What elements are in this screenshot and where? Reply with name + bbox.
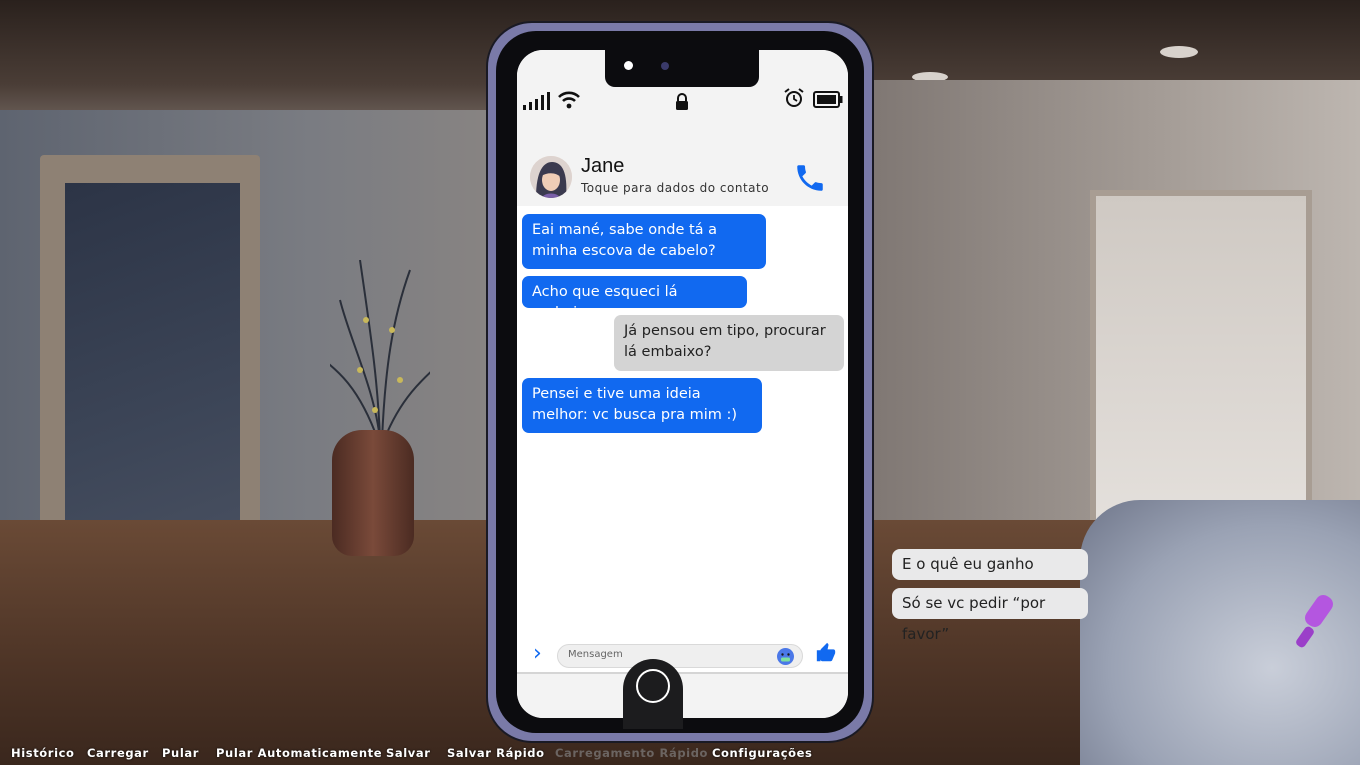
message-placeholder: Mensagem <box>568 649 623 660</box>
phone-screen: Jane Toque para dados do contato Eai man… <box>517 50 848 718</box>
contact-name: Jane <box>581 155 625 177</box>
choice-option-1[interactable]: E o quê eu ganho nisso? <box>892 549 1088 604</box>
sensor-icon <box>661 62 669 70</box>
emoji-icon[interactable] <box>777 648 794 665</box>
phone-device: Jane Toque para dados do contato Eai man… <box>486 21 874 743</box>
menu-skip-button[interactable]: Pular <box>162 746 199 760</box>
thumbs-up-icon[interactable] <box>815 642 837 664</box>
vase <box>332 430 414 556</box>
alarm-icon <box>784 88 804 107</box>
home-circle-icon <box>636 669 670 703</box>
phone-notch <box>605 49 759 87</box>
camera-icon <box>624 61 633 70</box>
choice-option-2[interactable]: Só se vc pedir “por favor” <box>892 588 1088 643</box>
plant-illustration <box>330 260 430 440</box>
signal-icon <box>523 92 550 110</box>
ceiling-light <box>1160 46 1198 58</box>
battery-icon <box>813 91 843 108</box>
home-button[interactable] <box>623 659 683 729</box>
menu-auto-button[interactable]: Pular Automaticamente <box>216 746 382 760</box>
menu-quickload-button: Carregamento Rápido <box>555 746 709 760</box>
menu-history-button[interactable]: Histórico <box>11 746 75 760</box>
phone-call-icon[interactable] <box>793 161 827 195</box>
lock-icon <box>676 93 688 110</box>
message-composer: › Mensagem <box>517 642 848 670</box>
menu-quicksave-button[interactable]: Salvar Rápido <box>447 746 545 760</box>
message-bubble-incoming: Eai mané, sabe onde tá a minha escova de… <box>522 214 766 269</box>
message-bubble-incoming: Acho que esqueci lá embaixo <box>522 276 747 321</box>
menu-save-button[interactable]: Salvar <box>386 746 431 760</box>
message-bubble-incoming: Pensei e tive uma ideia melhor: vc busca… <box>522 378 762 433</box>
menu-settings-button[interactable]: Configurações <box>712 746 813 760</box>
hairbrush-icon[interactable] <box>1296 590 1336 650</box>
chevron-right-icon[interactable]: › <box>533 643 547 666</box>
message-input[interactable]: Mensagem <box>557 644 803 668</box>
wifi-icon <box>558 91 580 109</box>
avatar[interactable] <box>530 156 572 198</box>
avatar-portrait <box>530 156 572 198</box>
message-bubble-outgoing: Já pensou em tipo, procurar lá embaixo? <box>614 315 844 371</box>
contact-subtitle: Toque para dados do contato <box>581 181 770 195</box>
menu-load-button[interactable]: Carregar <box>87 746 149 760</box>
